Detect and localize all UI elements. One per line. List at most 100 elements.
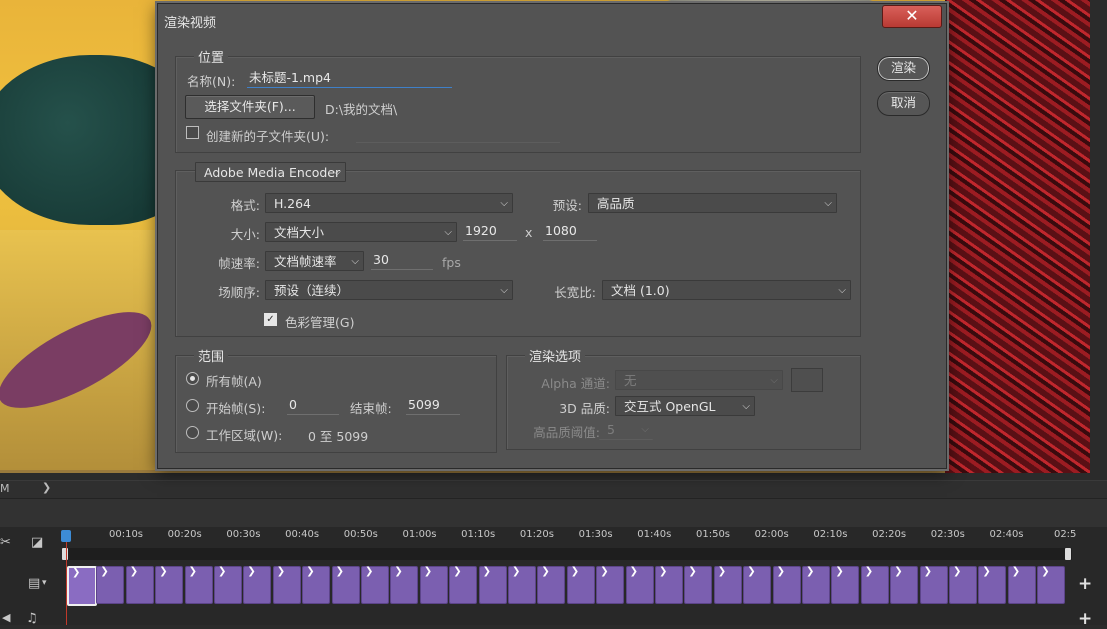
- video-clip[interactable]: ❯: [831, 566, 860, 604]
- clip-transition-icon[interactable]: ❯: [483, 566, 491, 577]
- clip-transition-icon[interactable]: ❯: [806, 566, 814, 577]
- video-clip[interactable]: ❯: [478, 566, 507, 604]
- hq-threshold-input[interactable]: 5 ⌵: [599, 420, 653, 440]
- video-clip[interactable]: ❯: [155, 566, 184, 604]
- video-clip[interactable]: ❯: [596, 566, 625, 604]
- format-select[interactable]: H.264 ⌵: [265, 193, 513, 213]
- video-clip[interactable]: ❯: [978, 566, 1007, 604]
- work-area-start-handle[interactable]: [62, 548, 68, 560]
- encoder-select[interactable]: Adobe Media Encoder ⌵: [195, 162, 346, 182]
- height-input[interactable]: 1080: [543, 222, 597, 241]
- video-clip[interactable]: ❯: [214, 566, 242, 604]
- clip-transition-icon[interactable]: ❯: [247, 566, 255, 577]
- subfolder-name-input[interactable]: [356, 124, 560, 143]
- time-ruler[interactable]: 00:10s 00:20s 00:30s 00:40s 00:50s 01:00s 01:1…: [66, 527, 1076, 545]
- scissors-icon[interactable]: ✂: [0, 535, 11, 550]
- clip-transition-icon[interactable]: ❯: [894, 566, 902, 577]
- clip-transition-icon[interactable]: ❯: [777, 566, 785, 577]
- clip-transition-icon[interactable]: ❯: [835, 566, 843, 577]
- clip-transition-icon[interactable]: ❯: [72, 567, 80, 578]
- video-clip[interactable]: ❯: [743, 566, 772, 604]
- chevron-down-icon[interactable]: ▾: [42, 578, 47, 588]
- clip-transition-icon[interactable]: ❯: [159, 566, 167, 577]
- render-button[interactable]: 渲染: [877, 56, 930, 81]
- video-clip[interactable]: ❯: [361, 566, 389, 604]
- clip-transition-icon[interactable]: ❯: [953, 566, 961, 577]
- work-area-end-handle[interactable]: [1065, 548, 1071, 560]
- add-audio-button[interactable]: +: [1078, 609, 1092, 629]
- clip-transition-icon[interactable]: ❯: [1012, 566, 1020, 577]
- clip-transition-icon[interactable]: ❯: [130, 566, 138, 577]
- video-clip[interactable]: ❯: [96, 566, 125, 604]
- clip-transition-icon[interactable]: ❯: [512, 566, 520, 577]
- create-subfolder-checkbox[interactable]: [186, 126, 199, 139]
- clip-transition-icon[interactable]: ❯: [688, 566, 696, 577]
- width-input[interactable]: 1920: [463, 222, 517, 241]
- audio-track-icon[interactable]: ♫: [26, 611, 38, 626]
- clip-transition-icon[interactable]: ❯: [336, 566, 344, 577]
- video-clip[interactable]: ❯: [302, 566, 331, 604]
- clip-transition-icon[interactable]: ❯: [100, 566, 108, 577]
- video-clip[interactable]: ❯: [566, 566, 595, 604]
- clip-transition-icon[interactable]: ❯: [1041, 566, 1049, 577]
- clip-transition-icon[interactable]: ❯: [218, 566, 226, 577]
- clip-transition-icon[interactable]: ❯: [982, 566, 990, 577]
- split-transition-icon[interactable]: ◪: [31, 535, 43, 550]
- video-clip[interactable]: ❯: [272, 566, 301, 604]
- framerate-select[interactable]: 文档帧速率 ⌵: [265, 251, 364, 271]
- aspect-select[interactable]: 文档 (1.0) ⌵: [602, 280, 851, 300]
- clip-transition-icon[interactable]: ❯: [600, 566, 608, 577]
- playhead-handle[interactable]: [61, 530, 71, 542]
- video-clip[interactable]: ❯: [655, 566, 683, 604]
- all-frames-radio[interactable]: [186, 372, 199, 385]
- clip-transition-icon[interactable]: ❯: [394, 566, 402, 577]
- video-clip[interactable]: ❯: [331, 566, 360, 604]
- video-clip[interactable]: ❯: [713, 566, 742, 604]
- video-clip[interactable]: ❯: [802, 566, 830, 604]
- video-clip[interactable]: ❯: [772, 566, 801, 604]
- clip-transition-icon[interactable]: ❯: [365, 566, 373, 577]
- start-frame-radio[interactable]: [186, 399, 199, 412]
- clip-transition-icon[interactable]: ❯: [924, 566, 932, 577]
- clip-transition-icon[interactable]: ❯: [277, 566, 285, 577]
- start-frame-input[interactable]: 0: [287, 396, 339, 415]
- mute-icon[interactable]: ◀: [2, 611, 10, 624]
- clip-transition-icon[interactable]: ❯: [453, 566, 461, 577]
- video-clip[interactable]: ❯: [390, 566, 419, 604]
- 3d-quality-select[interactable]: 交互式 OpenGL ⌵: [615, 396, 755, 416]
- video-clip[interactable]: ❯: [684, 566, 713, 604]
- field-order-select[interactable]: 预设（连续） ⌵: [265, 280, 513, 300]
- work-area-radio[interactable]: [186, 426, 199, 439]
- video-clip[interactable]: ❯: [890, 566, 919, 604]
- video-clip[interactable]: ❯: [184, 566, 213, 604]
- video-clip[interactable]: ❯: [125, 566, 154, 604]
- end-frame-input[interactable]: 5099: [406, 396, 460, 415]
- video-clip[interactable]: ❯: [860, 566, 889, 604]
- video-clip[interactable]: ❯: [508, 566, 536, 604]
- work-area-bar[interactable]: [62, 548, 1072, 560]
- file-name-input[interactable]: 未标题-1.mp4: [247, 69, 452, 88]
- clip-transition-icon[interactable]: ❯: [571, 566, 579, 577]
- clip-transition-icon[interactable]: ❯: [718, 566, 726, 577]
- video-clip[interactable]: ❯: [1007, 566, 1036, 604]
- video-clip[interactable]: ❯: [1037, 566, 1066, 604]
- status-chevron-icon[interactable]: ❯: [42, 481, 51, 494]
- video-track-icon[interactable]: ▤: [28, 576, 40, 591]
- video-clip[interactable]: ❯: [419, 566, 448, 604]
- video-clip[interactable]: ❯: [537, 566, 566, 604]
- cancel-button[interactable]: 取消: [877, 91, 930, 116]
- size-select[interactable]: 文档大小 ⌵: [265, 222, 457, 242]
- clip-transition-icon[interactable]: ❯: [865, 566, 873, 577]
- fps-input[interactable]: 30: [371, 251, 433, 270]
- add-media-button[interactable]: +: [1078, 574, 1092, 594]
- clip-transition-icon[interactable]: ❯: [306, 566, 314, 577]
- video-clip[interactable]: ❯: [919, 566, 948, 604]
- choose-folder-button[interactable]: 选择文件夹(F)...: [185, 95, 315, 119]
- video-clip[interactable]: ❯: [449, 566, 478, 604]
- color-management-checkbox[interactable]: ✓: [264, 313, 277, 326]
- alpha-color-swatch[interactable]: [791, 368, 823, 392]
- preset-select[interactable]: 高品质 ⌵: [588, 193, 837, 213]
- clip-transition-icon[interactable]: ❯: [747, 566, 755, 577]
- video-clip[interactable]: ❯: [625, 566, 654, 604]
- clip-transition-icon[interactable]: ❯: [659, 566, 667, 577]
